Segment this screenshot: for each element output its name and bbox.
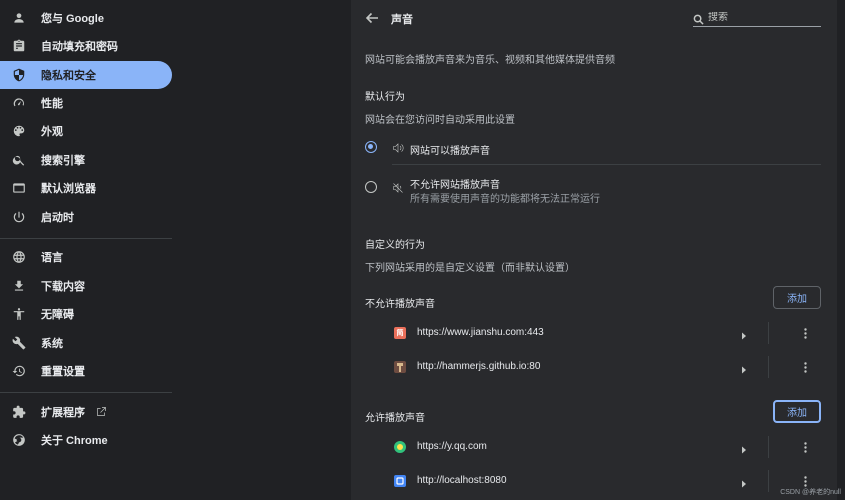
localhost-favicon-icon [394,475,406,487]
volume-off-icon [392,181,404,193]
sidebar-item-autofill[interactable]: 自动填充和密码 [0,32,172,60]
clipboard-icon [12,39,26,53]
search-box[interactable] [693,9,821,27]
default-behavior-title: 默认行为 [365,92,405,103]
sidebar-item-extensions[interactable]: 扩展程序 [0,398,172,426]
download-icon [12,279,26,293]
sidebar: 您与 Google 自动填充和密码 隐私和安全 性能 外观 搜索引擎 默认浏览器… [0,0,178,500]
row-separator [768,322,769,344]
sidebar-item-label: 扩展程序 [41,407,85,419]
sidebar-divider [0,392,172,393]
shield-icon [12,68,26,82]
more-vert-icon[interactable] [798,360,812,374]
allow-sound-label: 网站可以播放声音 [410,146,490,157]
wrench-icon [12,336,26,350]
sidebar-item-label: 您与 Google [41,13,104,25]
sidebar-divider [0,238,172,239]
puzzle-icon [12,405,26,419]
sidebar-item-label: 隐私和安全 [41,70,96,82]
power-icon [12,210,26,224]
sidebar-item-label: 关于 Chrome [41,435,108,447]
row-separator [768,470,769,492]
globe-icon [12,250,26,264]
allowed-section-title: 允许播放声音 [365,413,425,424]
search-icon [693,12,704,25]
chrome-icon [12,433,26,447]
person-icon [12,11,26,25]
sidebar-item-about-chrome[interactable]: 关于 Chrome [0,426,172,454]
volume-up-icon [392,141,404,153]
more-vert-icon[interactable] [798,440,812,454]
search-icon [12,153,26,167]
blocked-section-title: 不允许播放声音 [365,299,435,310]
block-sound-sublabel: 所有需要使用声音的功能都将无法正常运行 [410,194,600,205]
site-url: https://y.qq.com [417,441,487,452]
custom-behavior-title: 自定义的行为 [365,240,425,251]
chevron-right-icon[interactable] [739,476,749,488]
external-link-icon [95,406,107,418]
more-vert-icon[interactable] [798,326,812,340]
sidebar-item-label: 无障碍 [41,309,74,321]
panel-header: 声音 [351,0,837,36]
sidebar-item-performance[interactable]: 性能 [0,89,172,117]
search-input[interactable] [708,12,818,23]
block-sound-label: 不允许网站播放声音 [410,180,500,191]
watermark: CSDN @养老的null [780,489,841,496]
site-url: https://www.jianshu.com:443 [417,327,544,338]
chevron-right-icon[interactable] [739,328,749,340]
row-separator [768,356,769,378]
qq-music-favicon-icon [394,441,406,453]
sidebar-item-label: 启动时 [41,212,74,224]
sidebar-item-accessibility[interactable]: 无障碍 [0,300,172,328]
radio-allow-sound[interactable] [365,141,377,153]
sound-settings-panel: 声音 网站可能会播放声音来为音乐、视频和其他媒体提供音频 默认行为 网站会在您访… [351,0,837,500]
sidebar-item-you-and-google[interactable]: 您与 Google [0,4,172,32]
default-behavior-subtitle: 网站会在您访问时自动采用此设置 [365,115,515,126]
site-url: http://localhost:8080 [417,475,507,486]
site-url: http://hammerjs.github.io:80 [417,361,541,372]
option-divider [392,164,821,165]
allowed-site-row[interactable]: https://y.qq.com [351,430,837,464]
sidebar-item-system[interactable]: 系统 [0,329,172,357]
sidebar-item-label: 系统 [41,338,63,350]
sidebar-item-label: 重置设置 [41,366,85,378]
sidebar-item-appearance[interactable]: 外观 [0,117,172,145]
accessibility-icon [12,307,26,321]
sidebar-item-search-engine[interactable]: 搜索引擎 [0,146,172,174]
sidebar-item-default-browser[interactable]: 默认浏览器 [0,174,172,202]
sidebar-item-label: 下载内容 [41,281,85,293]
sidebar-item-label: 性能 [41,98,63,110]
hammerjs-favicon-icon [394,361,406,373]
palette-icon [12,124,26,138]
sidebar-item-label: 搜索引擎 [41,155,85,167]
browser-icon [12,181,26,195]
speedometer-icon [12,96,26,110]
jianshu-favicon-icon: 简 [394,327,406,339]
blocked-site-row[interactable]: http://hammerjs.github.io:80 [351,350,837,384]
page-title: 声音 [391,14,413,26]
row-separator [768,436,769,458]
allowed-site-row[interactable]: http://localhost:8080 [351,464,837,498]
sidebar-item-downloads[interactable]: 下载内容 [0,272,172,300]
sidebar-item-on-startup[interactable]: 启动时 [0,203,172,231]
reset-icon [12,364,26,378]
sound-description: 网站可能会播放声音来为音乐、视频和其他媒体提供音频 [365,55,615,66]
add-allowed-site-button[interactable]: 添加 [773,400,821,423]
chevron-right-icon[interactable] [739,362,749,374]
custom-behavior-subtitle: 下列网站采用的是自定义设置（而非默认设置） [365,263,575,274]
chevron-right-icon[interactable] [739,442,749,454]
add-blocked-site-button[interactable]: 添加 [773,286,821,309]
sidebar-item-privacy[interactable]: 隐私和安全 [0,61,172,89]
more-vert-icon[interactable] [798,474,812,488]
back-arrow-icon[interactable] [364,10,380,26]
sidebar-item-languages[interactable]: 语言 [0,243,172,271]
sidebar-item-label: 自动填充和密码 [41,41,118,53]
sidebar-item-reset[interactable]: 重置设置 [0,357,172,385]
sidebar-item-label: 默认浏览器 [41,183,96,195]
sidebar-item-label: 外观 [41,126,63,138]
sidebar-item-label: 语言 [41,252,63,264]
blocked-site-row[interactable]: 简 https://www.jianshu.com:443 [351,316,837,350]
radio-block-sound[interactable] [365,181,377,193]
